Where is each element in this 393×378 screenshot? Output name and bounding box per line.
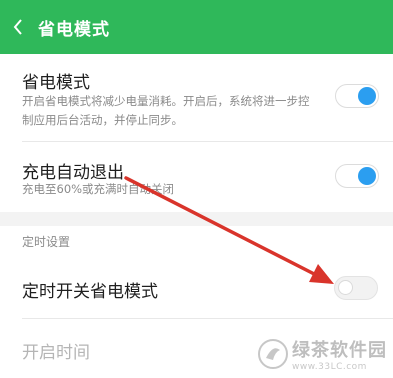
power-saving-row[interactable]: 省电模式 开启省电模式将减少电量消耗。开启后，系统将进一步控制应用后台活动，并停…: [0, 54, 393, 140]
toggle-knob: [358, 167, 376, 185]
scheduled-power-saving-row[interactable]: 定时开关省电模式: [0, 258, 393, 318]
power-saving-toggle[interactable]: [335, 84, 379, 108]
watermark: 绿茶软件园 www.33LC.com: [257, 336, 387, 372]
app-header: 省电模式: [0, 0, 393, 54]
watermark-logo-icon: [258, 339, 288, 369]
toggle-knob: [338, 280, 353, 295]
charging-auto-exit-toggle[interactable]: [335, 164, 379, 188]
section-label: 定时设置: [22, 235, 71, 249]
power-saving-description: 开启省电模式将减少电量消耗。开启后，系统将进一步控制应用后台活动，并停止同步。: [22, 94, 310, 127]
start-time-title: 开启时间: [22, 343, 90, 363]
back-button[interactable]: [0, 0, 36, 54]
scheduled-power-saving-toggle[interactable]: [334, 276, 378, 300]
watermark-text: 绿茶软件园: [292, 340, 387, 361]
charging-auto-exit-description: 充电至60%或充满时自动关闭: [22, 182, 175, 196]
scheduled-power-saving-title: 定时开关省电模式: [22, 282, 158, 302]
charging-auto-exit-row[interactable]: 充电自动退出 充电至60%或充满时自动关闭: [0, 142, 393, 212]
toggle-knob: [358, 87, 376, 105]
chevron-left-icon: [13, 19, 22, 35]
page-title: 省电模式: [38, 19, 110, 40]
schedule-section-header: 定时设置: [0, 226, 393, 258]
watermark-url: www.33LC.com: [292, 362, 367, 372]
power-saving-title: 省电模式: [22, 73, 90, 93]
section-gap: [0, 212, 393, 226]
